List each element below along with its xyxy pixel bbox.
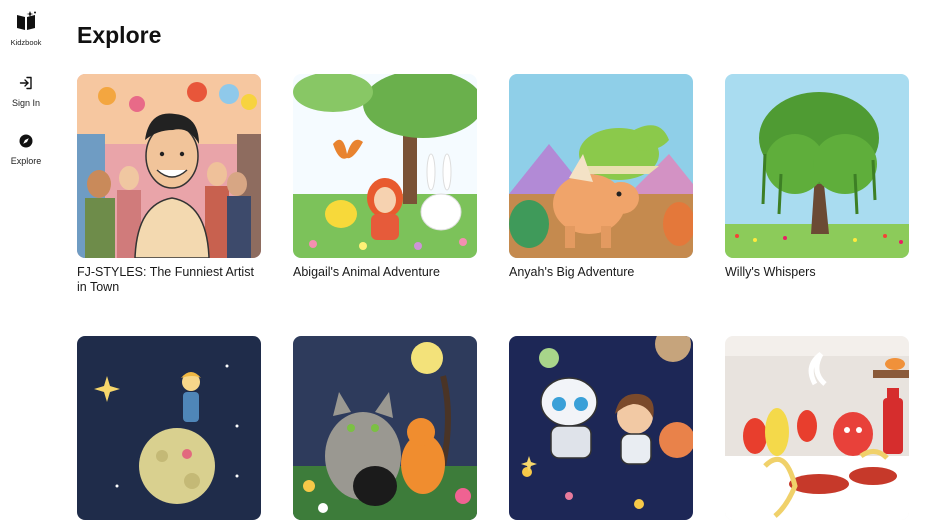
page-title: Explore bbox=[77, 22, 162, 48]
book-card[interactable]: FJ-STYLES: The Funniest Artist in Town bbox=[77, 74, 261, 295]
nav-explore[interactable]: Explore bbox=[0, 134, 52, 166]
book-cover-image bbox=[77, 74, 261, 258]
book-logo-icon bbox=[15, 11, 37, 36]
book-card[interactable] bbox=[509, 336, 693, 527]
book-cover-image bbox=[509, 336, 693, 520]
book-cover-image bbox=[509, 74, 693, 258]
book-title: FJ-STYLES: The Funniest Artist in Town bbox=[77, 265, 254, 294]
book-card[interactable]: Abigail's Animal Adventure bbox=[293, 74, 477, 280]
kidzbook-logo[interactable]: Kidzbook bbox=[0, 11, 52, 47]
book-card[interactable] bbox=[77, 336, 261, 527]
compass-icon bbox=[19, 134, 33, 153]
book-title: Abigail's Animal Adventure bbox=[293, 265, 440, 279]
nav-sign-in[interactable]: Sign In bbox=[0, 76, 52, 108]
app-name: Kidzbook bbox=[10, 38, 42, 47]
book-card[interactable]: Anyah's Big Adventure bbox=[509, 74, 693, 280]
book-cover-image bbox=[293, 74, 477, 258]
book-title: Willy's Whispers bbox=[725, 265, 816, 279]
nav-sign-in-label: Sign In bbox=[11, 98, 41, 108]
sign-in-icon bbox=[19, 76, 33, 95]
book-cover-image bbox=[725, 74, 909, 258]
book-cover-image bbox=[293, 336, 477, 520]
book-title: Anyah's Big Adventure bbox=[509, 265, 635, 279]
sidebar: Kidzbook Sign In Explore bbox=[0, 0, 52, 520]
nav-explore-label: Explore bbox=[10, 156, 42, 166]
book-card[interactable]: Willy's Whispers bbox=[725, 74, 909, 280]
book-cover-image bbox=[725, 336, 909, 520]
book-cover-image bbox=[77, 336, 261, 520]
book-card[interactable] bbox=[725, 336, 909, 527]
book-card[interactable] bbox=[293, 336, 477, 527]
